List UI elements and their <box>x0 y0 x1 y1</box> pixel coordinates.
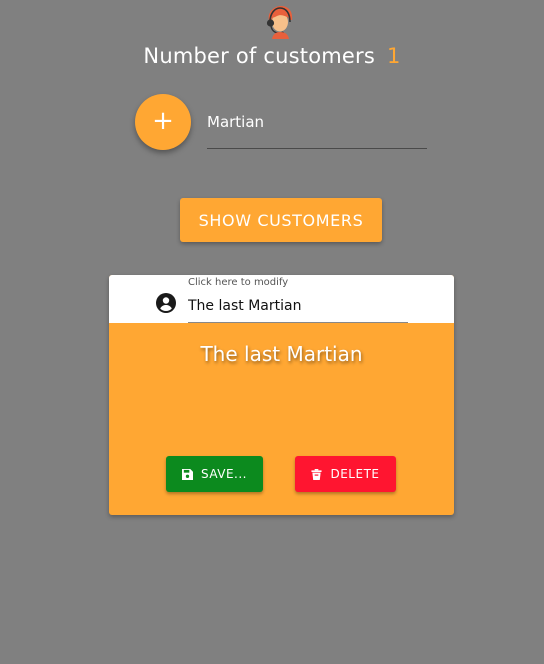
customer-card: Click here to modify The last Martian SA… <box>109 275 454 515</box>
modify-name-field[interactable] <box>188 295 408 323</box>
customer-count: 1 <box>387 44 401 68</box>
delete-icon <box>311 468 323 480</box>
page-title: Number of customers <box>143 44 376 68</box>
customer-count-header: Number of customers 1 <box>0 44 544 68</box>
save-button-label: SAVE... <box>200 467 247 481</box>
customer-name-field[interactable] <box>207 108 427 149</box>
plus-icon: + <box>152 106 174 136</box>
delete-button-label: DELETE <box>330 467 380 481</box>
modify-name-input[interactable] <box>188 295 408 314</box>
save-icon <box>181 468 193 480</box>
delete-button[interactable]: DELETE <box>295 456 396 492</box>
customer-name: The last Martian <box>200 342 363 366</box>
customer-edit-area: Click here to modify <box>109 275 454 323</box>
show-customers-button[interactable]: SHOW CUSTOMERS <box>180 198 382 242</box>
add-customer-button[interactable]: + <box>135 94 191 150</box>
customer-name-input[interactable] <box>207 108 427 131</box>
support-agent-logo-icon <box>266 6 293 39</box>
modify-field-label: Click here to modify <box>188 277 289 288</box>
account-circle-icon <box>156 293 176 313</box>
save-button[interactable]: SAVE... <box>166 456 263 492</box>
